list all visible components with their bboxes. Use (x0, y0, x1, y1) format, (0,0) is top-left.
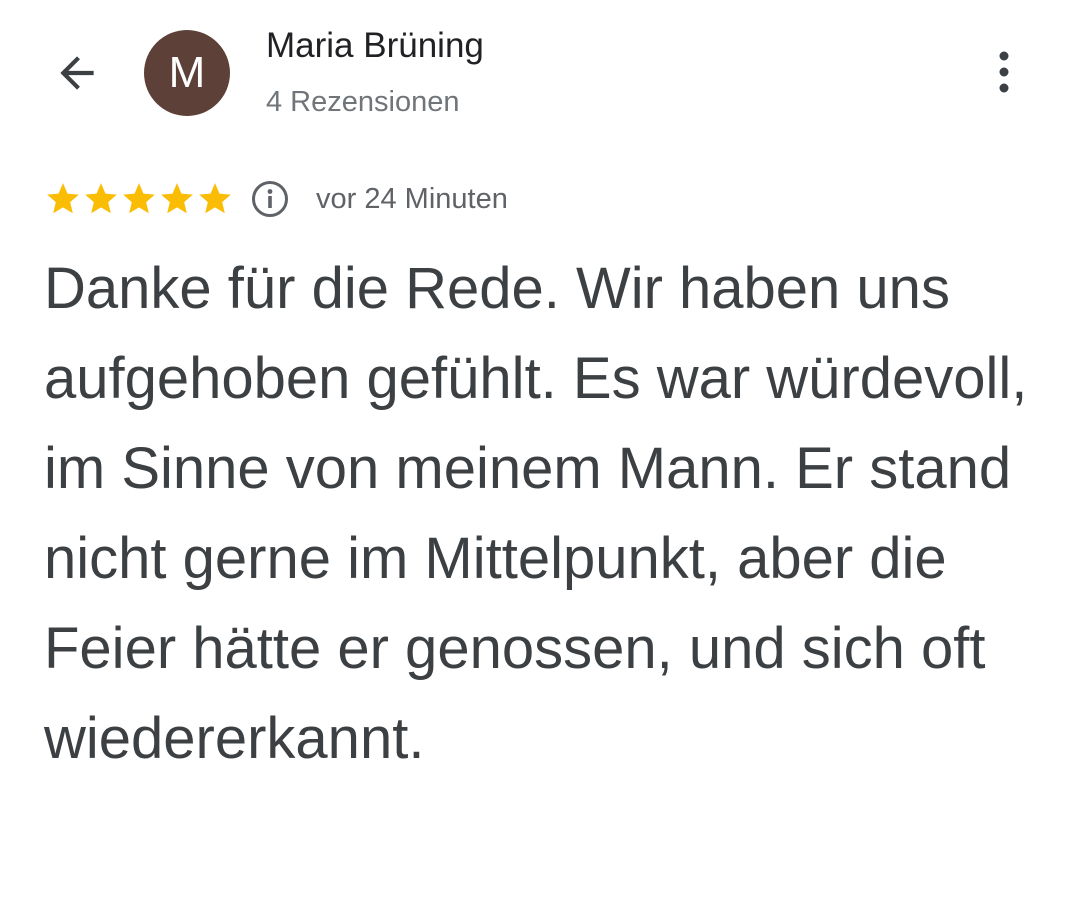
avatar-letter: M (168, 48, 206, 97)
arrow-back-icon (60, 56, 94, 90)
reviewer-header: M Maria Brüning 4 Rezensionen (0, 0, 1073, 150)
star-icon (161, 183, 193, 214)
star-rating (44, 180, 234, 218)
info-icon (252, 181, 288, 217)
more-options-button[interactable] (980, 46, 1028, 98)
star-icon (123, 183, 155, 214)
review-time: vor 24 Minuten (316, 182, 508, 215)
more-vert-icon (999, 51, 1009, 93)
star-icon (85, 183, 117, 214)
star-icon (47, 183, 79, 214)
review-count: 4 Rezensionen (266, 86, 460, 118)
reviewer-name[interactable]: Maria Brüning (266, 26, 484, 66)
info-button[interactable] (250, 179, 290, 219)
review-text: Danke für die Rede. Wir haben uns aufgeh… (44, 256, 1028, 771)
star-icon (199, 183, 231, 214)
avatar[interactable]: M (144, 30, 230, 116)
rating-row: vor 24 Minuten (44, 176, 508, 222)
back-button[interactable] (48, 44, 106, 102)
